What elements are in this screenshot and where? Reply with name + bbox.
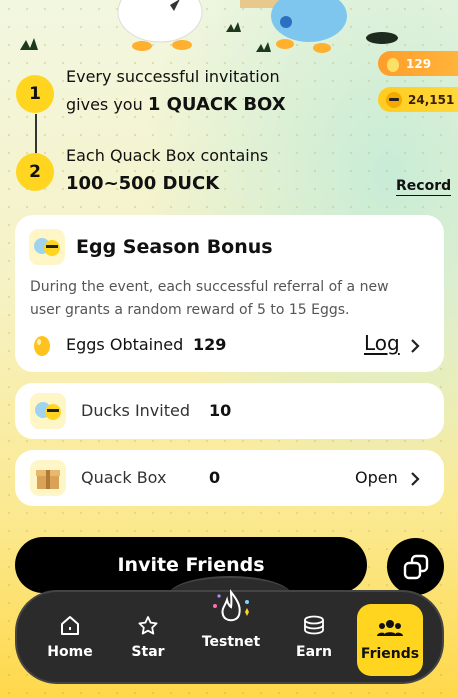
- ducks-invited-icon: [30, 393, 66, 429]
- flame-icon: [213, 589, 249, 622]
- nav-star[interactable]: Star: [109, 592, 187, 682]
- duck-coin-icon: [386, 91, 402, 108]
- box-icon: [30, 460, 66, 496]
- friends-icon: [377, 620, 403, 636]
- step-1-line2-prefix: gives you: [66, 95, 148, 114]
- ducks-invited-card: Ducks Invited 10: [15, 383, 444, 439]
- step-2-text: Each Quack Box contains 100~500 DUCK: [66, 142, 268, 198]
- ducks-invited-value: 10: [209, 401, 232, 420]
- open-box-button[interactable]: Open: [355, 468, 398, 487]
- egg-counter[interactable]: 129: [378, 51, 458, 76]
- quack-box-value: 0: [209, 468, 221, 487]
- step-2-badge: 2: [16, 153, 54, 191]
- step-2-line1: Each Quack Box contains: [66, 146, 269, 165]
- ducks-avatar-icon: [29, 229, 65, 265]
- nav-home-label: Home: [47, 644, 93, 660]
- bonus-title: Egg Season Bonus: [76, 236, 273, 258]
- nav-friends[interactable]: Friends: [357, 604, 423, 676]
- eggs-obtained-label: Eggs Obtained: [66, 335, 184, 354]
- nav-home[interactable]: Home: [31, 592, 109, 682]
- log-link[interactable]: Log: [364, 331, 400, 355]
- step-1-text: Every successful invitation gives you 1 …: [66, 63, 286, 119]
- nav-earn[interactable]: Earn: [275, 592, 353, 682]
- step-connector: [35, 114, 37, 154]
- record-link[interactable]: Record: [396, 178, 452, 196]
- golden-egg-icon: [34, 336, 50, 356]
- bottom-navigation: Home Star Testnet Earn Friends: [15, 589, 444, 684]
- invite-friends-label: Invite Friends: [117, 554, 265, 576]
- copy-icon: [403, 554, 428, 579]
- ducks-invited-label: Ducks Invited: [81, 401, 190, 420]
- home-icon: [61, 616, 79, 635]
- step-2-reward: 100~500 DUCK: [66, 173, 220, 194]
- egg-season-bonus-card: Egg Season Bonus During the event, each …: [15, 215, 444, 372]
- copy-link-button[interactable]: [387, 538, 444, 595]
- quack-box-card: Quack Box 0 Open: [15, 450, 444, 506]
- step-1-line1: Every successful invitation: [66, 67, 280, 86]
- step-1-reward: 1 QUACK BOX: [147, 94, 286, 115]
- coins-icon: [304, 615, 324, 635]
- chevron-right-icon[interactable]: [410, 471, 420, 487]
- quack-box-label: Quack Box: [81, 468, 167, 487]
- egg-count: 129: [406, 56, 432, 71]
- nav-earn-label: Earn: [296, 644, 332, 660]
- bonus-description: During the event, each successful referr…: [30, 279, 389, 318]
- duck-count: 24,151: [408, 92, 455, 107]
- egg-icon: [387, 57, 399, 72]
- nav-star-label: Star: [131, 644, 165, 660]
- nav-testnet[interactable]: Testnet: [191, 574, 271, 664]
- chevron-right-icon[interactable]: [410, 338, 420, 354]
- star-icon: [138, 616, 158, 635]
- step-1-badge: 1: [16, 75, 54, 113]
- nav-testnet-label: Testnet: [201, 634, 261, 650]
- nav-friends-label: Friends: [360, 646, 420, 662]
- duck-counter[interactable]: 24,151: [378, 87, 458, 112]
- eggs-obtained-value: 129: [193, 335, 227, 354]
